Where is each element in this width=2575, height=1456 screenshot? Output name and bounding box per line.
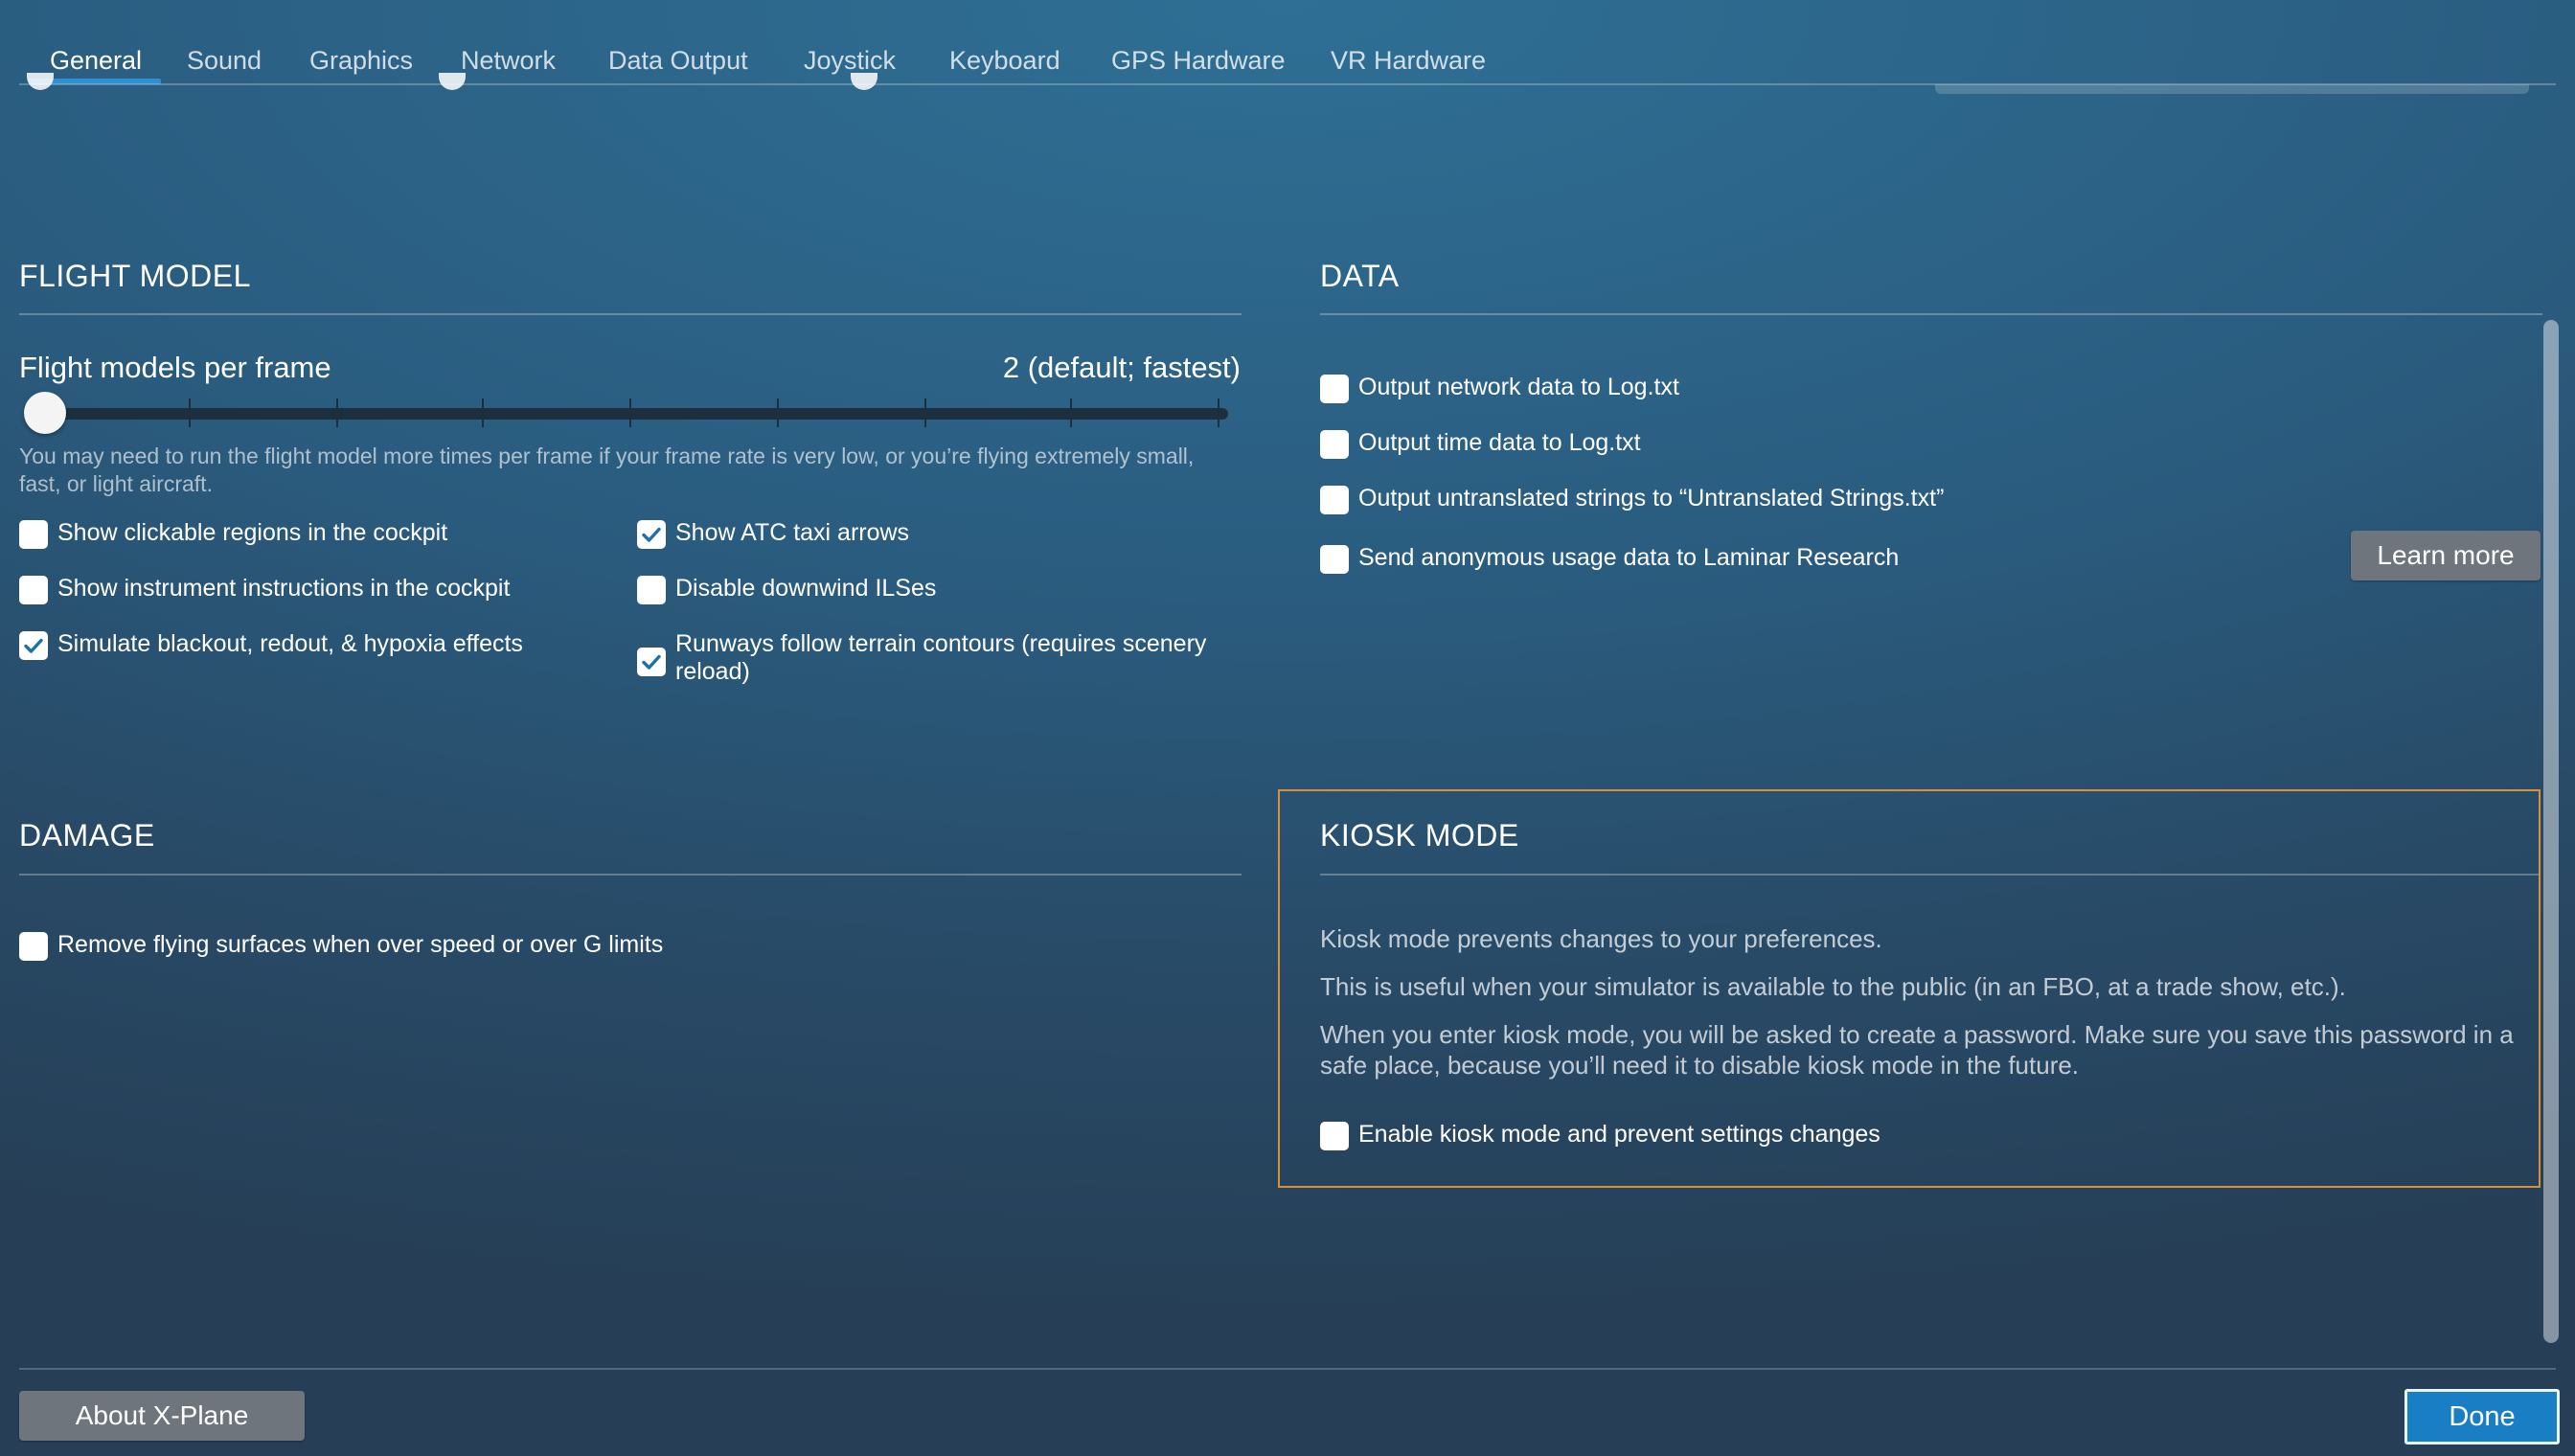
slider-tick bbox=[482, 398, 484, 427]
flight-model-title: FLIGHT MODEL bbox=[19, 259, 251, 293]
slider-handle[interactable] bbox=[24, 392, 66, 434]
checkbox-show-clickable-regions[interactable]: Show clickable regions in the cockpit bbox=[19, 519, 613, 549]
checkbox-disable-downwind-ilses[interactable]: Disable downwind ILSes bbox=[637, 575, 1250, 604]
checkbox-label: Remove flying surfaces when over speed o… bbox=[57, 931, 664, 958]
tab-sound[interactable]: Sound bbox=[187, 46, 262, 76]
slider-tick bbox=[1218, 398, 1219, 427]
checkbox-label: Disable downwind ILSes bbox=[675, 575, 937, 602]
checkbox-output-network-data[interactable]: Output network data to Log.txt bbox=[1320, 374, 1679, 403]
kiosk-description-3: When you enter kiosk mode, you will be a… bbox=[1320, 1020, 2514, 1080]
checkbox-label: Send anonymous usage data to Laminar Res… bbox=[1358, 544, 1900, 571]
slider-tick bbox=[189, 398, 191, 427]
slider-tick bbox=[629, 398, 631, 427]
tab-bar: General Sound Graphics Network Data Outp… bbox=[0, 0, 2575, 86]
flight-model-divider bbox=[19, 313, 1242, 315]
slider-tick bbox=[777, 398, 779, 427]
scrolled-radio-fragment bbox=[439, 73, 466, 90]
checkbox-label: Output network data to Log.txt bbox=[1358, 374, 1679, 400]
checkbox-label: Runways follow terrain contours (require… bbox=[675, 630, 1207, 685]
scrolled-radio-fragment bbox=[27, 73, 54, 90]
vertical-scrollbar[interactable] bbox=[2543, 320, 2559, 1343]
tab-general[interactable]: General bbox=[50, 46, 142, 76]
scrolled-radio-fragment bbox=[851, 73, 877, 90]
checkbox-label: Show clickable regions in the cockpit bbox=[57, 519, 448, 546]
damage-divider bbox=[19, 874, 1242, 876]
tab-data-output[interactable]: Data Output bbox=[608, 46, 748, 76]
checkbox-simulate-blackout[interactable]: Simulate blackout, redout, & hypoxia eff… bbox=[19, 630, 613, 660]
checkmark-icon bbox=[642, 654, 661, 670]
tab-joystick[interactable]: Joystick bbox=[804, 46, 896, 76]
checkbox-box[interactable] bbox=[19, 576, 48, 604]
checkbox-box[interactable] bbox=[19, 932, 48, 961]
checkbox-enable-kiosk-mode[interactable]: Enable kiosk mode and prevent settings c… bbox=[1320, 1121, 1880, 1150]
learn-more-button[interactable]: Learn more bbox=[2351, 531, 2541, 580]
checkbox-label: Show ATC taxi arrows bbox=[675, 519, 910, 546]
checkbox-box[interactable] bbox=[637, 576, 666, 604]
data-divider bbox=[1320, 313, 2542, 315]
checkbox-box[interactable] bbox=[1320, 430, 1349, 459]
checkbox-send-usage-data[interactable]: Send anonymous usage data to Laminar Res… bbox=[1320, 544, 1899, 574]
kiosk-description-1: Kiosk mode prevents changes to your pref… bbox=[1320, 924, 1882, 953]
checkbox-remove-flying-surfaces[interactable]: Remove flying surfaces when over speed o… bbox=[19, 931, 663, 961]
data-title: DATA bbox=[1320, 259, 1400, 293]
kiosk-mode-divider bbox=[1320, 874, 2539, 876]
kiosk-description-2: This is useful when your simulator is av… bbox=[1320, 972, 2346, 1001]
checkbox-box[interactable] bbox=[637, 648, 666, 676]
flight-models-per-frame-value: 2 (default; fastest) bbox=[1002, 351, 1241, 384]
tab-keyboard[interactable]: Keyboard bbox=[949, 46, 1060, 76]
slider-track[interactable] bbox=[29, 408, 1228, 420]
checkbox-box[interactable] bbox=[1320, 486, 1349, 514]
checkbox-label: Output untranslated strings to “Untransl… bbox=[1358, 485, 1945, 512]
flight-model-help-text: You may need to run the flight model mor… bbox=[19, 444, 1195, 496]
checkbox-runways-follow-terrain[interactable]: Runways follow terrain contours (require… bbox=[637, 630, 1250, 686]
footer-divider bbox=[19, 1368, 2556, 1370]
checkbox-box[interactable] bbox=[1320, 375, 1349, 403]
checkbox-box[interactable] bbox=[1320, 545, 1349, 574]
checkbox-label: Enable kiosk mode and prevent settings c… bbox=[1358, 1121, 1880, 1148]
slider-tick bbox=[1070, 398, 1072, 427]
checkbox-show-atc-taxi-arrows[interactable]: Show ATC taxi arrows bbox=[637, 519, 1250, 549]
checkbox-show-instrument-instructions[interactable]: Show instrument instructions in the cock… bbox=[19, 575, 613, 604]
tab-vr-hardware[interactable]: VR Hardware bbox=[1331, 46, 1486, 76]
tab-graphics[interactable]: Graphics bbox=[309, 46, 413, 76]
checkbox-label: Output time data to Log.txt bbox=[1358, 429, 1641, 456]
checkbox-box[interactable] bbox=[1320, 1122, 1349, 1150]
checkbox-box[interactable] bbox=[19, 631, 48, 660]
tab-gps-hardware[interactable]: GPS Hardware bbox=[1111, 46, 1286, 76]
checkmark-icon bbox=[642, 527, 661, 542]
about-x-plane-button[interactable]: About X-Plane bbox=[19, 1391, 305, 1441]
slider-tick bbox=[336, 398, 338, 427]
checkbox-box[interactable] bbox=[19, 520, 48, 549]
scrolled-control-fragment bbox=[1935, 84, 2529, 94]
checkbox-output-untranslated-strings[interactable]: Output untranslated strings to “Untransl… bbox=[1320, 485, 1944, 514]
flight-models-per-frame-label: Flight models per frame bbox=[19, 351, 331, 384]
slider-tick bbox=[924, 398, 926, 427]
checkmark-icon bbox=[24, 638, 43, 653]
tab-network[interactable]: Network bbox=[461, 46, 556, 76]
damage-title: DAMAGE bbox=[19, 818, 155, 853]
checkbox-label: Simulate blackout, redout, & hypoxia eff… bbox=[57, 630, 523, 657]
checkbox-box[interactable] bbox=[637, 520, 666, 549]
kiosk-mode-title: KIOSK MODE bbox=[1320, 818, 1519, 853]
checkbox-output-time-data[interactable]: Output time data to Log.txt bbox=[1320, 429, 1641, 459]
done-button[interactable]: Done bbox=[2404, 1389, 2560, 1445]
checkbox-label: Show instrument instructions in the cock… bbox=[57, 575, 511, 602]
